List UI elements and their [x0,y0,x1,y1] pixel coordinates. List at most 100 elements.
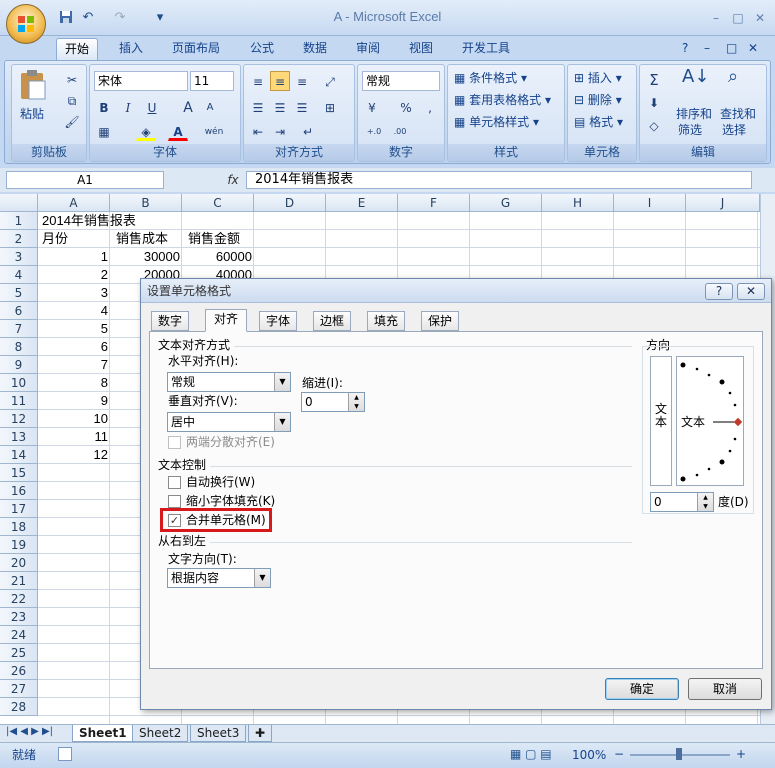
ribbon-minimize-icon[interactable]: – [700,38,714,60]
cell-a8[interactable]: 6 [38,338,108,356]
formula-input[interactable]: 2014年销售报表 [246,171,752,189]
ribbon-restore-icon[interactable]: □ [722,38,741,60]
number-format-box[interactable]: 常规 [362,71,440,91]
row-header[interactable]: 2 [0,230,38,248]
row-header[interactable]: 13 [0,428,38,446]
column-header[interactable]: D [254,194,326,212]
delete-cells-button[interactable]: ⊟ 删除 ▾ [574,91,622,111]
row-header[interactable]: 23 [0,608,38,626]
column-header[interactable]: E [326,194,398,212]
row-header[interactable]: 9 [0,356,38,374]
tab-page-layout[interactable]: 页面布局 [164,38,228,60]
cell-a4[interactable]: 2 [38,266,108,284]
cell-styles-button[interactable]: ▦ 单元格样式 ▾ [454,113,539,133]
sheet-tab-3[interactable]: Sheet3 [190,725,247,742]
row-header[interactable]: 8 [0,338,38,356]
row-header[interactable]: 27 [0,680,38,698]
dialog-tab-alignment[interactable]: 对齐 [205,309,248,332]
decrease-indent-icon[interactable]: ⇤ [248,121,268,141]
row-header[interactable]: 4 [0,266,38,284]
dialog-close-button[interactable]: ✕ [737,283,765,300]
name-box[interactable]: A1 [6,171,164,189]
sheet-tab-2[interactable]: Sheet2 [132,725,189,742]
row-header[interactable]: 7 [0,320,38,338]
insert-sheet-icon[interactable]: ✚ [248,725,273,742]
row-header[interactable]: 24 [0,626,38,644]
cell-a11[interactable]: 9 [38,392,108,410]
format-painter-icon[interactable]: 🖌 [62,111,82,131]
font-color-button[interactable]: A [168,121,188,141]
dialog-tab-protection[interactable]: 保护 [421,311,460,331]
align-middle-icon[interactable]: ≡ [270,71,290,91]
row-header[interactable]: 1 [0,212,38,230]
column-header[interactable]: G [470,194,542,212]
border-icon[interactable]: ▦ [94,121,114,141]
row-header[interactable]: 6 [0,302,38,320]
row-header[interactable]: 21 [0,572,38,590]
insert-function-button[interactable]: fx [222,171,244,189]
orientation-dial[interactable]: 文本 [676,356,744,486]
dialog-tab-font[interactable]: 字体 [259,311,298,331]
row-header[interactable]: 12 [0,410,38,428]
shrink-font-button[interactable]: A [200,97,220,117]
align-bottom-icon[interactable]: ≡ [292,71,312,91]
zoom-slider-thumb[interactable] [676,748,682,760]
autosum-button[interactable]: Σ [644,69,664,89]
row-header[interactable]: 14 [0,446,38,464]
align-top-icon[interactable]: ≡ [248,71,268,91]
underline-button[interactable]: U [142,97,162,117]
cell-c3[interactable]: 60000 [182,248,254,266]
cell-a12[interactable]: 10 [38,410,108,428]
select-all-corner[interactable] [0,194,38,212]
align-right-icon[interactable]: ☰ [292,97,312,117]
align-center-icon[interactable]: ☰ [270,97,290,117]
degrees-spinner[interactable]: 0 ▲ ▼ [650,492,714,512]
align-left-icon[interactable]: ☰ [248,97,268,117]
column-header[interactable]: J [686,194,760,212]
row-header[interactable]: 3 [0,248,38,266]
cell-c2[interactable]: 销售金额 [188,230,240,248]
cell-a10[interactable]: 8 [38,374,108,392]
row-header[interactable]: 28 [0,698,38,716]
row-header[interactable]: 25 [0,644,38,662]
office-button[interactable] [6,4,46,44]
minimize-button[interactable]: – [704,9,728,27]
insert-cells-button[interactable]: ⊞ 插入 ▾ [574,69,622,89]
tab-formulas[interactable]: 公式 [242,38,282,60]
maximize-button[interactable]: □ [726,9,750,27]
row-header[interactable]: 11 [0,392,38,410]
tab-data[interactable]: 数据 [295,38,335,60]
find-select-button[interactable]: ⌕ 查找和 选择 [720,67,764,143]
column-header[interactable]: H [542,194,614,212]
justify-distributed-checkbox[interactable] [168,436,181,449]
column-header[interactable]: I [614,194,686,212]
cell-a2[interactable]: 月份 [42,230,68,248]
text-direction-select[interactable]: 根据内容 ▼ [167,568,271,588]
cell-a1[interactable]: 2014年销售报表 [42,212,136,230]
cell-a14[interactable]: 12 [38,446,108,464]
font-name-box[interactable]: 宋体 [94,71,188,91]
clear-icon[interactable]: ◇ [644,115,664,135]
cell-a13[interactable]: 11 [38,428,109,446]
cell-b3[interactable]: 30000 [110,248,182,266]
cell-a9[interactable]: 7 [38,356,108,374]
help-icon[interactable]: ? [678,38,692,60]
italic-button[interactable]: I [118,97,138,117]
tab-view[interactable]: 视图 [401,38,441,60]
zoom-in-button[interactable]: + [736,747,746,762]
vertical-align-select[interactable]: 居中 ▼ [167,412,291,432]
row-header[interactable]: 17 [0,500,38,518]
ok-button[interactable]: 确定 [605,678,679,700]
wrap-text-icon[interactable]: ↵ [298,121,318,141]
cell-a3[interactable]: 1 [38,248,108,266]
dialog-tab-number[interactable]: 数字 [151,311,190,331]
merge-center-icon[interactable]: ⊞ [320,97,340,117]
orientation-icon[interactable]: ⤢ [320,71,340,91]
cell-a6[interactable]: 4 [38,302,108,320]
sheet-tab-1[interactable]: Sheet1 [72,725,134,742]
column-header[interactable]: F [398,194,470,212]
ribbon-close-icon[interactable]: ✕ [744,38,762,60]
row-header[interactable]: 19 [0,536,38,554]
row-header[interactable]: 10 [0,374,38,392]
tab-home[interactable]: 开始 [56,38,99,60]
